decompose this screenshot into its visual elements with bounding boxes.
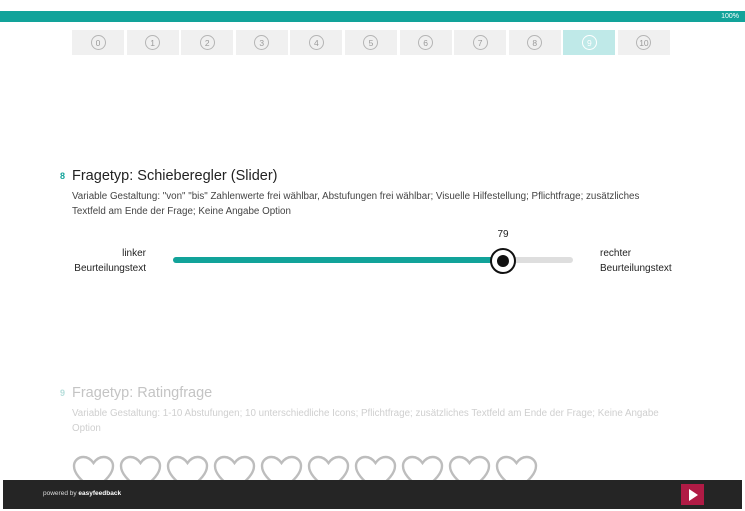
question-9: 9 Fragetyp: Ratingfrage Variable Gestalt… xyxy=(60,385,680,436)
page-button-4[interactable]: 4 xyxy=(290,30,343,55)
page-number: 8 xyxy=(527,35,543,50)
footer: powered by easyfeedback xyxy=(3,480,742,509)
progress-bar-fill xyxy=(0,11,745,22)
question-description: Variable Gestaltung: "von" "bis" Zahlenw… xyxy=(72,191,640,217)
play-arrow-icon xyxy=(689,488,698,501)
question-number: 9 xyxy=(60,388,66,398)
slider-right-label-line2: Beurteilungstext xyxy=(600,262,672,274)
slider-right-label-line1: rechter xyxy=(600,248,632,259)
slider-left-label-line1: linker xyxy=(122,248,146,259)
question-title: Fragetyp: Schieberegler (Slider) xyxy=(72,168,278,184)
page-button-9[interactable]: 9 xyxy=(563,30,616,55)
progress-percent-label: 100% xyxy=(721,13,739,20)
page-button-0[interactable]: 0 xyxy=(72,30,124,55)
page-number: 10 xyxy=(636,35,652,50)
page-number: 5 xyxy=(363,35,379,50)
page-button-1[interactable]: 1 xyxy=(126,30,179,55)
page-number: 4 xyxy=(308,35,324,50)
next-button[interactable] xyxy=(681,484,704,505)
page-button-5[interactable]: 5 xyxy=(344,30,397,55)
slider-right-label: rechter Beurteilungstext xyxy=(600,247,672,276)
page-button-10[interactable]: 10 xyxy=(617,30,670,55)
page-button-7[interactable]: 7 xyxy=(454,30,507,55)
page-button-2[interactable]: 2 xyxy=(181,30,234,55)
question-number: 8 xyxy=(60,171,66,181)
progress-bar: 100% xyxy=(0,11,745,22)
slider-left-label: linker Beurteilungstext xyxy=(72,247,146,276)
page-button-3[interactable]: 3 xyxy=(235,30,288,55)
slider-handle-dot xyxy=(497,255,509,267)
question-8: 8 Fragetyp: Schieberegler (Slider) Varia… xyxy=(60,168,680,219)
page-number: 0 xyxy=(90,35,106,50)
page-number: 7 xyxy=(472,35,488,50)
page-number: 2 xyxy=(199,35,215,50)
page-button-8[interactable]: 8 xyxy=(508,30,561,55)
page-navigation: 0 1 2 3 4 5 6 7 8 9 10 xyxy=(72,30,673,55)
slider-value: 79 xyxy=(497,229,509,240)
powered-by-prefix: powered by xyxy=(43,490,77,497)
page-number: 1 xyxy=(145,35,161,50)
question-description: Variable Gestaltung: 1-10 Abstufungen; 1… xyxy=(72,408,659,434)
page-number: 9 xyxy=(581,35,597,50)
page-number: 6 xyxy=(418,35,434,50)
slider-left-label-line2: Beurteilungstext xyxy=(74,262,146,274)
slider-fill xyxy=(173,257,503,263)
powered-by: powered by easyfeedback xyxy=(43,490,121,497)
page-button-6[interactable]: 6 xyxy=(399,30,452,55)
question-title: Fragetyp: Ratingfrage xyxy=(72,385,213,401)
slider-handle[interactable] xyxy=(490,248,516,274)
brand-name: easyfeedback xyxy=(78,490,122,497)
page-number: 3 xyxy=(254,35,270,50)
